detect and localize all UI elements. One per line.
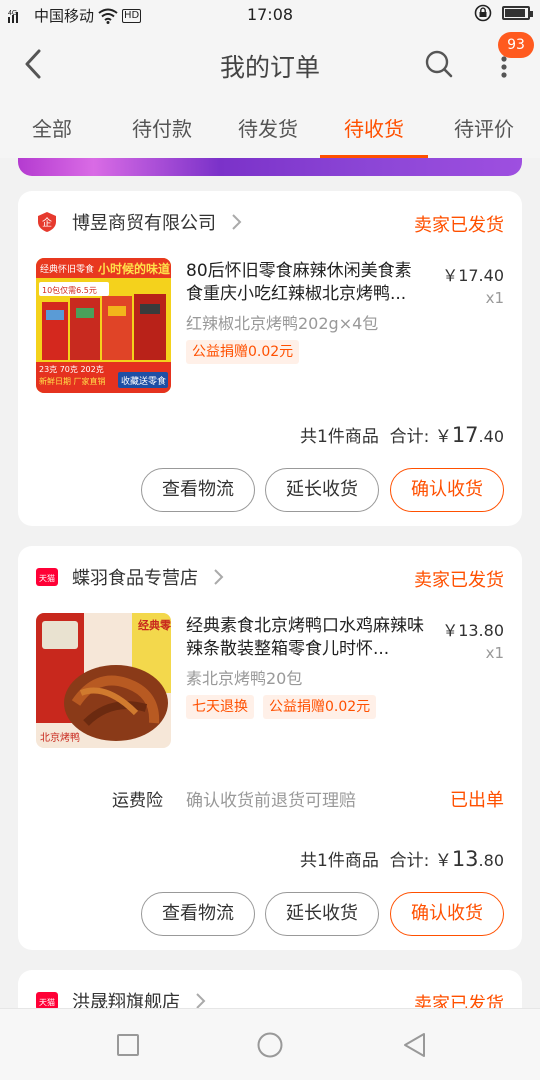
product-sku: 素北京烤鸭20包 <box>186 669 303 688</box>
order-status: 卖家已发货 <box>414 215 504 236</box>
promo-banner[interactable] <box>18 158 522 176</box>
svg-text:新鲜日期 厂家直销: 新鲜日期 厂家直销 <box>39 376 106 386</box>
search-icon[interactable] <box>424 49 454 79</box>
tab-all[interactable]: 全部 <box>0 100 104 158</box>
svg-text:天猫: 天猫 <box>39 997 55 1007</box>
rotation-lock-icon <box>474 4 492 22</box>
insurance-label: 运费险 <box>112 791 163 811</box>
chevron-right-icon <box>232 214 242 230</box>
svg-text:23克 70克 202克: 23克 70克 202克 <box>39 365 104 374</box>
insurance-description: 确认收货前退货可理赔 <box>186 791 356 811</box>
product-sku: 红辣椒北京烤鸭202g×4包 <box>186 314 379 333</box>
seven-day-return-tag: 七天退换 <box>186 695 254 719</box>
extend-receipt-button[interactable]: 延长收货 <box>265 892 379 936</box>
sum-label: 合计: <box>389 427 430 447</box>
svg-text:经典零食: 经典零食 <box>138 618 171 632</box>
product-title[interactable]: 80后怀旧零食麻辣休闲美食素食重庆小吃红辣椒北京烤鸭... <box>186 260 424 306</box>
product-image: 经典零食 北京烤鸭 <box>36 613 171 748</box>
order-total: 共1件商品 合计: ￥13.80 <box>300 846 504 871</box>
total-decimal: .80 <box>478 851 504 870</box>
item-count: 共1件商品 <box>300 851 379 871</box>
app-header: 我的订单 <box>0 30 540 100</box>
recent-apps-square-icon[interactable] <box>114 1031 142 1059</box>
tab-pending-receipt[interactable]: 待收货 <box>320 100 428 158</box>
product-thumbnail[interactable]: 经典怀旧零食 小时候的味道 10包仅需6.5元 23克 70克 202克 新鲜日… <box>36 258 171 393</box>
product-title[interactable]: 经典素食北京烤鸭口水鸡麻辣味辣条散装整箱零食儿时怀... <box>186 615 424 661</box>
status-bar: 4G 中国移动 HD 17:08 <box>0 0 540 30</box>
product-thumbnail[interactable]: 经典零食 北京烤鸭 <box>36 613 171 748</box>
battery-icon <box>502 6 533 20</box>
order-total: 共1件商品 合计: ￥17.40 <box>300 422 504 447</box>
tab-pending-payment[interactable]: 待付款 <box>112 100 212 158</box>
shop-name: 博昱商贸有限公司 <box>72 213 216 234</box>
svg-text:企: 企 <box>42 216 52 229</box>
order-tabs: 全部 待付款 待发货 待收货 待评价 <box>0 100 540 158</box>
svg-text:天猫: 天猫 <box>39 573 55 583</box>
back-triangle-icon[interactable] <box>400 1031 428 1059</box>
insurance-status: 已出单 <box>450 790 504 811</box>
view-logistics-button[interactable]: 查看物流 <box>141 468 255 512</box>
svg-text:北京烤鸭: 北京烤鸭 <box>40 731 80 744</box>
svg-text:小时候的味道: 小时候的味道 <box>98 261 170 276</box>
order-card: 企 博昱商贸有限公司 卖家已发货 经典怀旧零食 小时候的味道 10包仅需6.5元… <box>18 191 522 526</box>
confirm-receipt-button[interactable]: 确认收货 <box>390 468 504 512</box>
product-price: ￥17.40 <box>442 266 504 285</box>
shipping-insurance-row[interactable]: 运费险 确认收货前退货可理赔 已出单 <box>18 786 522 814</box>
product-price: ￥13.80 <box>442 621 504 640</box>
product-quantity: x1 <box>485 289 504 307</box>
total-integer: 17 <box>451 423 479 447</box>
enterprise-shop-icon: 企 <box>38 212 56 232</box>
chevron-right-icon <box>214 569 224 585</box>
item-count: 共1件商品 <box>300 427 379 447</box>
tab-pending-review[interactable]: 待评价 <box>428 100 540 158</box>
total-decimal: .40 <box>478 427 504 446</box>
charity-tag: 公益捐赠0.02元 <box>263 695 377 719</box>
charity-tag: 公益捐赠0.02元 <box>186 340 300 364</box>
svg-text:10包仅需6.5元: 10包仅需6.5元 <box>42 285 97 295</box>
svg-text:经典怀旧零食: 经典怀旧零食 <box>40 263 94 275</box>
tmall-icon: 天猫 <box>36 568 58 586</box>
shop-header[interactable]: 企 博昱商贸有限公司 <box>36 209 244 235</box>
shop-header[interactable]: 天猫 蝶羽食品专营店 <box>36 564 226 590</box>
product-image: 经典怀旧零食 小时候的味道 10包仅需6.5元 23克 70克 202克 新鲜日… <box>36 258 171 393</box>
tab-pending-shipment[interactable]: 待发货 <box>218 100 318 158</box>
system-nav-bar <box>0 1008 540 1080</box>
total-integer: 13 <box>451 847 479 871</box>
order-status: 卖家已发货 <box>414 570 504 591</box>
confirm-receipt-button[interactable]: 确认收货 <box>390 892 504 936</box>
view-logistics-button[interactable]: 查看物流 <box>141 892 255 936</box>
currency-symbol: ￥ <box>434 851 452 871</box>
svg-text:收藏送零食: 收藏送零食 <box>121 375 166 387</box>
shop-name: 蝶羽食品专营店 <box>72 568 198 589</box>
product-quantity: x1 <box>485 644 504 662</box>
page-title: 我的订单 <box>219 53 320 82</box>
currency-symbol: ￥ <box>434 427 452 447</box>
message-count-badge[interactable]: 93 <box>498 32 534 58</box>
order-card: 天猫 蝶羽食品专营店 卖家已发货 经典零食 北京烤鸭 经典素食北京烤鸭口水鸡麻辣… <box>18 546 522 950</box>
battery-level <box>505 9 525 17</box>
home-circle-icon[interactable] <box>256 1031 284 1059</box>
clock: 17:08 <box>246 5 294 24</box>
extend-receipt-button[interactable]: 延长收货 <box>265 468 379 512</box>
sum-label: 合计: <box>389 851 430 871</box>
